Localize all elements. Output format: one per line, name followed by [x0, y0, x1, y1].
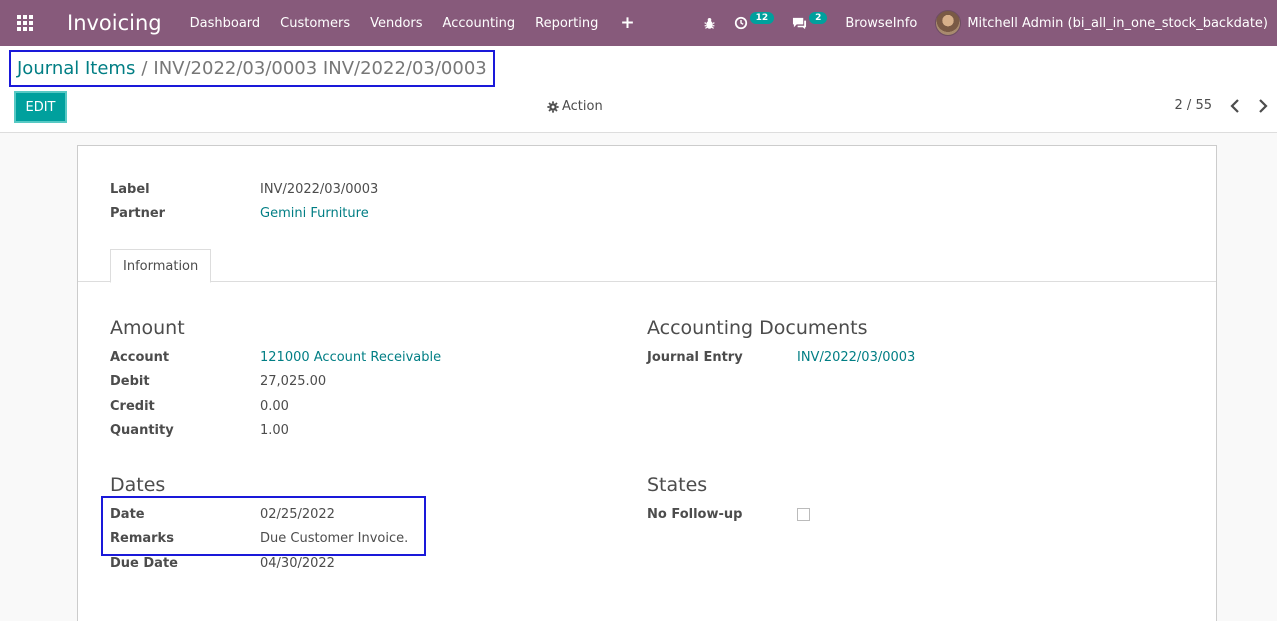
field-date-value: 02/25/2022 — [260, 507, 335, 522]
field-credit-row: Credit 0.00 — [110, 399, 289, 414]
tab-information[interactable]: Information — [110, 249, 212, 283]
messages-button[interactable]: 2 — [783, 0, 836, 46]
field-account-label: Account — [110, 350, 170, 365]
main-menu: Dashboard Customers Vendors Accounting R… — [180, 0, 647, 46]
chevron-left-icon — [1230, 99, 1239, 113]
partner-link[interactable]: Gemini Furniture — [260, 206, 369, 221]
menu-item-reporting[interactable]: Reporting — [525, 0, 608, 46]
user-menu[interactable]: Mitchell Admin (bi_all_in_one_stock_back… — [926, 0, 1277, 46]
field-due-date-label: Due Date — [110, 556, 178, 571]
avatar — [935, 10, 962, 36]
field-date-label: Date — [110, 507, 145, 522]
field-partner-row: Partner Gemini Furniture — [110, 206, 369, 221]
field-partner-label: Partner — [110, 206, 166, 221]
app-title[interactable]: Invoicing — [50, 11, 180, 35]
field-remarks-label: Remarks — [110, 531, 174, 546]
field-credit-label: Credit — [110, 399, 155, 414]
systray: 12 2 BrowseInfo Mitchell Admin (bi_all_i… — [694, 0, 1277, 46]
gear-icon — [547, 100, 559, 113]
action-dropdown[interactable]: Action — [547, 99, 603, 114]
field-journal-entry-label: Journal Entry — [647, 350, 743, 365]
field-quantity-value: 1.00 — [260, 423, 289, 438]
menu-item-dashboard[interactable]: Dashboard — [180, 0, 271, 46]
field-account-row: Account 121000 Account Receivable — [110, 350, 441, 365]
account-link[interactable]: 121000 Account Receivable — [260, 350, 441, 365]
group-title-states: States — [647, 474, 708, 496]
field-label-value: INV/2022/03/0003 — [260, 182, 379, 197]
edit-button[interactable]: EDIT — [14, 91, 67, 123]
control-panel: Journal Items / INV/2022/03/0003 INV/202… — [0, 46, 1277, 133]
bug-icon — [703, 17, 715, 29]
action-label: Action — [562, 99, 603, 114]
pager-next-button[interactable] — [1255, 96, 1271, 116]
group-title-dates: Dates — [110, 474, 166, 496]
activity-badge: 12 — [749, 12, 775, 24]
field-debit-row: Debit 27,025.00 — [110, 374, 326, 389]
field-journal-entry-row: Journal Entry INV/2022/03/0003 — [647, 350, 915, 365]
field-debit-value: 27,025.00 — [260, 374, 327, 389]
breadcrumb: Journal Items / INV/2022/03/0003 INV/202… — [9, 50, 495, 87]
breadcrumb-separator: / — [141, 58, 148, 79]
tab-bar: Information — [78, 249, 1216, 283]
activity-button[interactable]: 12 — [725, 0, 784, 46]
grid-icon — [17, 15, 33, 31]
debug-button[interactable] — [694, 0, 725, 46]
dates-highlight-box — [101, 496, 426, 556]
field-due-date-value: 04/30/2022 — [260, 556, 335, 571]
no-followup-checkbox[interactable] — [797, 508, 810, 521]
form-sheet: Label INV/2022/03/0003 Partner Gemini Fu… — [77, 145, 1217, 621]
pager-previous-button[interactable] — [1227, 96, 1243, 116]
field-debit-label: Debit — [110, 374, 150, 389]
field-due-date-row: Due Date 04/30/2022 — [110, 556, 335, 571]
field-label-row: Label INV/2022/03/0003 — [110, 182, 378, 197]
clock-icon — [734, 16, 747, 30]
field-quantity-row: Quantity 1.00 — [110, 423, 289, 438]
breadcrumb-current: INV/2022/03/0003 INV/2022/03/0003 — [153, 58, 487, 79]
field-no-followup-label: No Follow-up — [647, 507, 743, 522]
plus-icon[interactable]: + — [608, 0, 646, 46]
field-quantity-label: Quantity — [110, 423, 174, 438]
pager-value[interactable]: 2 / 55 — [1175, 98, 1212, 113]
menu-item-customers[interactable]: Customers — [270, 0, 360, 46]
field-no-followup-row: No Follow-up — [647, 507, 810, 522]
apps-menu-button[interactable] — [0, 0, 50, 46]
breadcrumb-journal-items[interactable]: Journal Items — [17, 58, 135, 79]
menu-item-vendors[interactable]: Vendors — [360, 0, 432, 46]
messages-badge: 2 — [809, 12, 828, 24]
top-navbar: Invoicing Dashboard Customers Vendors Ac… — [0, 0, 1277, 46]
company-switcher[interactable]: BrowseInfo — [836, 0, 926, 46]
group-title-accounting-documents: Accounting Documents — [647, 317, 868, 339]
field-remarks-value: Due Customer Invoice. — [260, 531, 409, 546]
journal-entry-link[interactable]: INV/2022/03/0003 — [797, 350, 915, 365]
user-name: Mitchell Admin (bi_all_in_one_stock_back… — [967, 15, 1268, 31]
group-title-amount: Amount — [110, 317, 185, 339]
menu-item-accounting[interactable]: Accounting — [433, 0, 526, 46]
field-date-row: Date 02/25/2022 — [110, 507, 335, 522]
chat-icon — [793, 17, 807, 30]
chevron-right-icon — [1259, 99, 1268, 113]
field-credit-value: 0.00 — [260, 399, 289, 414]
field-label-label: Label — [110, 182, 150, 197]
field-remarks-row: Remarks Due Customer Invoice. — [110, 531, 408, 546]
